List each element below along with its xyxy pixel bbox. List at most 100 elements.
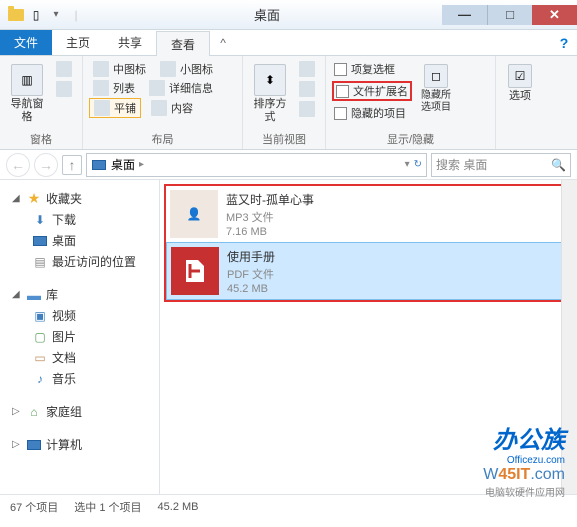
list-button[interactable]: 列表 (89, 79, 139, 97)
close-button[interactable]: ✕ (532, 5, 577, 25)
chevron-right-icon[interactable]: ▸ (139, 159, 144, 170)
tree-libraries[interactable]: ◢▬库 (4, 284, 155, 305)
small-icons-button[interactable]: 小图标 (156, 60, 217, 78)
search-icon: 🔍 (551, 158, 566, 172)
watermark-brand1: 办公族 (483, 420, 565, 455)
titlebar: ▯ ▾ | 桌面 — □ ✕ (0, 0, 577, 30)
watermark-brand2-sub: 电脑软硬件应用网 (483, 484, 565, 499)
music-icon: ♪ (32, 371, 48, 387)
columns-icon (299, 81, 315, 97)
group-label-pane: 窗格 (6, 129, 76, 147)
breadcrumb[interactable]: 桌面 ▸ ▾ ↻ (86, 153, 427, 177)
preview-pane-button[interactable] (52, 60, 76, 78)
ribbon-group-layout: 中图标 小图标 列表 详细信息 平铺 内容 布局 (83, 56, 243, 149)
group-label-layout: 布局 (89, 129, 236, 147)
download-icon: ⬇ (32, 212, 48, 228)
tab-share[interactable]: 共享 (104, 30, 156, 55)
file-type: PDF 文件 (227, 266, 275, 282)
document-icon: ▭ (32, 350, 48, 366)
content-icon (151, 100, 167, 116)
mp3-thumbnail: 👤 (170, 190, 218, 238)
small-icons-icon (160, 61, 176, 77)
homegroup-icon: ⌂ (26, 404, 42, 420)
nav-pane-icon: ▥ (11, 64, 43, 96)
tab-view[interactable]: 查看 (156, 31, 210, 56)
ribbon-group-show-hide: 项复选框 文件扩展名 隐藏的项目 ◻ 隐藏所选项目 显示/隐藏 (326, 56, 496, 149)
watermark-brand2: W45IT.com (483, 466, 565, 484)
group-label-show-hide: 显示/隐藏 (332, 129, 489, 147)
refresh-icon[interactable]: ↻ (414, 159, 422, 170)
tree-computer[interactable]: ▷计算机 (4, 434, 155, 455)
tree-pictures[interactable]: ▢图片 (4, 326, 155, 347)
back-button[interactable]: ← (6, 153, 30, 177)
address-bar: ← → ↑ 桌面 ▸ ▾ ↻ 搜索 桌面 🔍 (0, 150, 577, 180)
qat-icon[interactable]: ▯ (28, 7, 44, 23)
minimize-button[interactable]: — (442, 5, 487, 25)
file-size: 7.16 MB (226, 226, 314, 238)
ribbon: ▥ 导航窗格 窗格 中图标 小图标 列表 详细信息 平铺 内容 布 (0, 56, 577, 150)
tab-home[interactable]: 主页 (52, 30, 104, 55)
tab-file[interactable]: 文件 (0, 30, 52, 55)
tree-downloads[interactable]: ⬇下载 (4, 209, 155, 230)
tiles-button[interactable]: 平铺 (89, 98, 141, 118)
item-checkboxes-toggle[interactable]: 项复选框 (332, 60, 412, 78)
file-name: 蓝又时-孤单心事 (226, 191, 314, 208)
group-label-current-view: 当前视图 (249, 129, 319, 147)
details-button[interactable]: 详细信息 (145, 79, 217, 97)
hide-icon: ◻ (424, 64, 448, 88)
sort-button[interactable]: ⬍ 排序方式 (249, 60, 291, 124)
file-type: MP3 文件 (226, 209, 314, 225)
file-extensions-toggle[interactable]: 文件扩展名 (332, 81, 412, 101)
checkbox-icon (334, 107, 347, 120)
group-icon (299, 61, 315, 77)
status-selected: 选中 1 个项目 (74, 499, 141, 515)
video-icon: ▣ (32, 308, 48, 324)
expand-icon: ▷ (12, 439, 22, 450)
tree-documents[interactable]: ▭文档 (4, 347, 155, 368)
list-icon (93, 80, 109, 96)
ribbon-group-options: ☑ 选项 (496, 56, 544, 149)
tree-videos[interactable]: ▣视频 (4, 305, 155, 326)
preview-icon (56, 61, 72, 77)
star-icon: ★ (26, 191, 42, 207)
desktop-icon (32, 233, 48, 249)
library-icon: ▬ (26, 287, 42, 303)
file-item[interactable]: 👤 蓝又时-孤单心事 MP3 文件 7.16 MB (166, 186, 571, 242)
fit-icon (299, 101, 315, 117)
separator-icon: | (68, 7, 84, 23)
picture-icon: ▢ (32, 329, 48, 345)
add-columns-button[interactable] (295, 80, 319, 98)
hidden-items-toggle[interactable]: 隐藏的项目 (332, 104, 412, 122)
tree-desktop[interactable]: 桌面 (4, 230, 155, 251)
watermark-brand1-sub: Officezu.com (483, 455, 565, 466)
watermark: 办公族 Officezu.com W45IT.com 电脑软硬件应用网 (483, 420, 565, 499)
breadcrumb-location: 桌面 (111, 156, 135, 173)
tree-recent[interactable]: ▤最近访问的位置 (4, 251, 155, 272)
pdf-thumbnail (171, 247, 219, 295)
recent-icon: ▤ (32, 254, 48, 270)
ribbon-collapse-button[interactable]: ^ (210, 30, 236, 55)
options-button[interactable]: ☑ 选项 (502, 60, 538, 103)
maximize-button[interactable]: □ (487, 5, 532, 25)
up-button[interactable]: ↑ (62, 155, 82, 175)
status-size: 45.2 MB (158, 501, 199, 513)
file-item[interactable]: 使用手册 PDF 文件 45.2 MB (166, 242, 571, 300)
qat-dropdown-icon[interactable]: ▾ (48, 7, 64, 23)
content-button[interactable]: 内容 (147, 98, 197, 118)
medium-icons-button[interactable]: 中图标 (89, 60, 150, 78)
tree-homegroup[interactable]: ▷⌂家庭组 (4, 401, 155, 422)
collapse-icon: ◢ (12, 289, 22, 300)
fit-columns-button[interactable] (295, 100, 319, 118)
help-button[interactable]: ? (551, 30, 577, 55)
group-by-button[interactable] (295, 60, 319, 78)
chevron-down-icon[interactable]: ▾ (405, 159, 410, 170)
ribbon-group-pane: ▥ 导航窗格 窗格 (0, 56, 83, 149)
nav-pane-button[interactable]: ▥ 导航窗格 (6, 60, 48, 124)
hide-selected-button[interactable]: ◻ 隐藏所选项目 (418, 60, 454, 114)
checkbox-icon (336, 85, 349, 98)
tree-favorites[interactable]: ◢★收藏夹 (4, 188, 155, 209)
details-pane-button[interactable] (52, 80, 76, 98)
search-input[interactable]: 搜索 桌面 🔍 (431, 153, 571, 177)
forward-button[interactable]: → (34, 153, 58, 177)
tree-music[interactable]: ♪音乐 (4, 368, 155, 389)
